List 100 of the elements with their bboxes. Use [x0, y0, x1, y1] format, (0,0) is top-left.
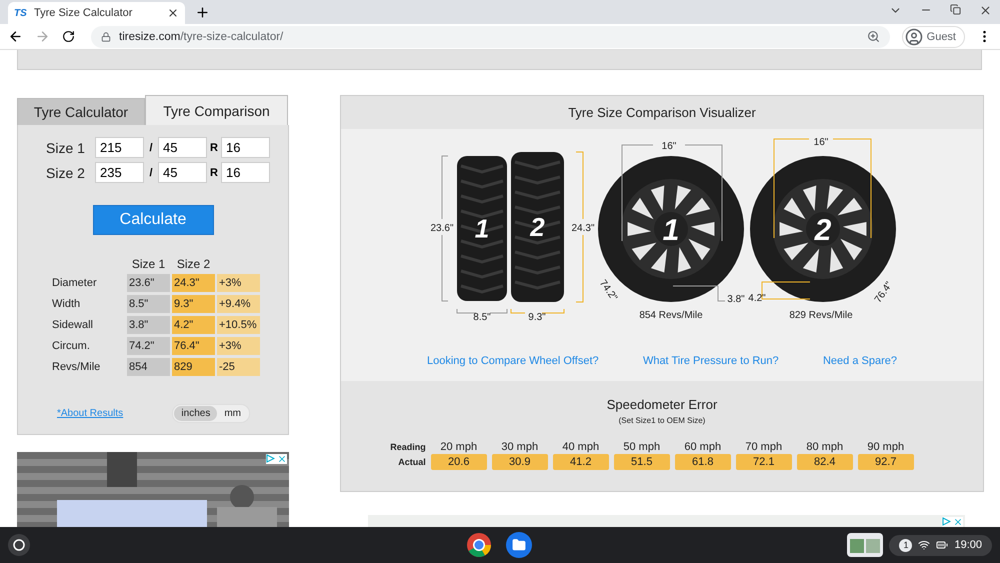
tyre-number: 2: [530, 212, 545, 242]
speed-reading: 20 mph: [439, 441, 478, 453]
calculate-button[interactable]: Calculate: [92, 205, 214, 235]
actual-speed: 20.6: [430, 454, 487, 470]
rim-input[interactable]: 16: [221, 137, 270, 158]
measurement-label: 854 Revs/Mile: [639, 310, 703, 321]
table-cell: 3.8": [127, 316, 170, 334]
measurement-label: 8.5": [473, 312, 491, 323]
row-label: Sidewall: [52, 319, 94, 331]
speed-reading: 60 mph: [683, 441, 722, 453]
wheel-number: 1: [662, 214, 680, 247]
actual-speed: 72.1: [736, 454, 792, 470]
browser-app-icon[interactable]: [466, 532, 492, 558]
row-label: Diameter: [52, 277, 98, 289]
browser-tab[interactable]: TS Tyre Size Calculator: [8, 2, 185, 24]
section-subtitle: (Set Size1 to OEM Size): [618, 416, 706, 425]
table-cell: 24.3": [172, 274, 215, 292]
speed-reading: 80 mph: [805, 441, 844, 453]
column-header: Size 1: [130, 257, 166, 271]
measurement-label: 829 Revs/Mile: [789, 310, 853, 321]
measurement-label: 4.2": [748, 293, 766, 304]
unit-option[interactable]: inches: [174, 406, 218, 421]
back-icon[interactable]: [8, 29, 23, 44]
speed-reading: 50 mph: [622, 441, 662, 453]
row-label: Width: [52, 298, 82, 310]
measurement-label: 23.6": [430, 223, 454, 234]
table-cell: 9.3": [172, 295, 215, 313]
unit-option[interactable]: mm: [217, 406, 248, 421]
size-label: Size 1: [46, 140, 86, 156]
calculator-tab[interactable]: Tyre Comparison: [145, 95, 288, 125]
table-cell: 4.2": [172, 316, 215, 334]
circle-icon: [13, 539, 25, 551]
notification-count: 1: [899, 538, 912, 552]
table-cell: +3%: [217, 274, 260, 292]
ratio-input[interactable]: 45: [158, 137, 207, 158]
rim-mark: R: [210, 166, 218, 178]
clock-time: 19:00: [954, 539, 982, 551]
actual-speed: 41.2: [552, 454, 609, 470]
table-cell: +3%: [217, 337, 260, 355]
measurement-label: 3.8": [727, 294, 745, 305]
site-logo: TS: [14, 8, 28, 18]
window-thumbnail-icon[interactable]: [847, 533, 884, 557]
files-app-icon[interactable]: [506, 532, 532, 558]
battery-icon: [936, 539, 948, 551]
tyre-number: 1: [474, 214, 490, 244]
reload-icon[interactable]: [62, 30, 75, 43]
avatar-icon: [904, 28, 923, 46]
column-header: Size 2: [176, 257, 212, 271]
table-cell: 23.6": [127, 274, 170, 292]
restore-icon[interactable]: [950, 4, 961, 15]
actual-speed: 30.9: [492, 454, 548, 470]
table-cell: 854: [127, 358, 170, 376]
launcher-button[interactable]: [8, 534, 30, 556]
width-input[interactable]: 235: [95, 162, 144, 183]
actual-speed: 82.4: [796, 454, 853, 470]
ad-choices-icon: [266, 454, 275, 463]
table-cell: 8.5": [127, 295, 170, 313]
table-cell: 829: [172, 358, 215, 376]
speed-reading: 30 mph: [500, 441, 540, 453]
measurement-label: 24.3": [572, 223, 594, 234]
actual-speed: 92.7: [858, 454, 914, 470]
measurement-label: 9.3": [528, 312, 546, 323]
row-label: Actual: [397, 457, 426, 467]
ratio-input[interactable]: 45: [158, 162, 207, 183]
table-cell: -25: [217, 358, 260, 376]
speed-reading: 70 mph: [744, 441, 784, 453]
table-cell: 76.4": [172, 337, 215, 355]
close-icon[interactable]: [979, 4, 992, 17]
section-title: Speedometer Error: [606, 397, 718, 412]
calculator-tab[interactable]: Tyre Calculator: [17, 98, 145, 125]
table-cell: 74.2": [127, 337, 170, 355]
rim-input[interactable]: 16: [221, 162, 270, 183]
actual-speed: 51.5: [614, 454, 670, 470]
close-icon[interactable]: [167, 7, 179, 19]
profile-button[interactable]: Guest: [902, 26, 965, 48]
rim-mark: R: [210, 142, 218, 154]
ad-choices-icon: [942, 517, 951, 526]
width-input[interactable]: 215: [95, 137, 144, 158]
tab-title: Tyre Size Calculator: [34, 7, 134, 19]
zoom-icon[interactable]: [866, 30, 880, 43]
lock-icon: [101, 32, 111, 42]
table-cell: +10.5%: [217, 316, 260, 334]
row-label: Revs/Mile: [52, 361, 102, 373]
size-label: Size 2: [46, 164, 86, 180]
measurement-label: 16": [662, 141, 676, 152]
speed-reading: 90 mph: [866, 441, 906, 453]
status-area[interactable]: 1 19:00: [889, 534, 992, 556]
address-bar[interactable]: tiresize.com/tyre-size-calculator/: [91, 26, 890, 48]
url-text: tiresize.com/tyre-size-calculator/: [119, 30, 284, 42]
new-tab-icon[interactable]: [195, 5, 210, 20]
measurement-label: 16": [814, 137, 828, 148]
visualizer-title: Tyre Size Comparison Visualizer: [341, 96, 983, 129]
separator: /: [148, 166, 154, 178]
speed-reading: 40 mph: [561, 441, 600, 453]
separator: /: [148, 142, 154, 154]
table-cell: +9.4%: [217, 295, 260, 313]
row-label: Reading: [390, 442, 426, 452]
row-label: Circum.: [52, 340, 91, 352]
actual-speed: 61.8: [674, 454, 731, 470]
wheel-number: 2: [814, 214, 832, 247]
